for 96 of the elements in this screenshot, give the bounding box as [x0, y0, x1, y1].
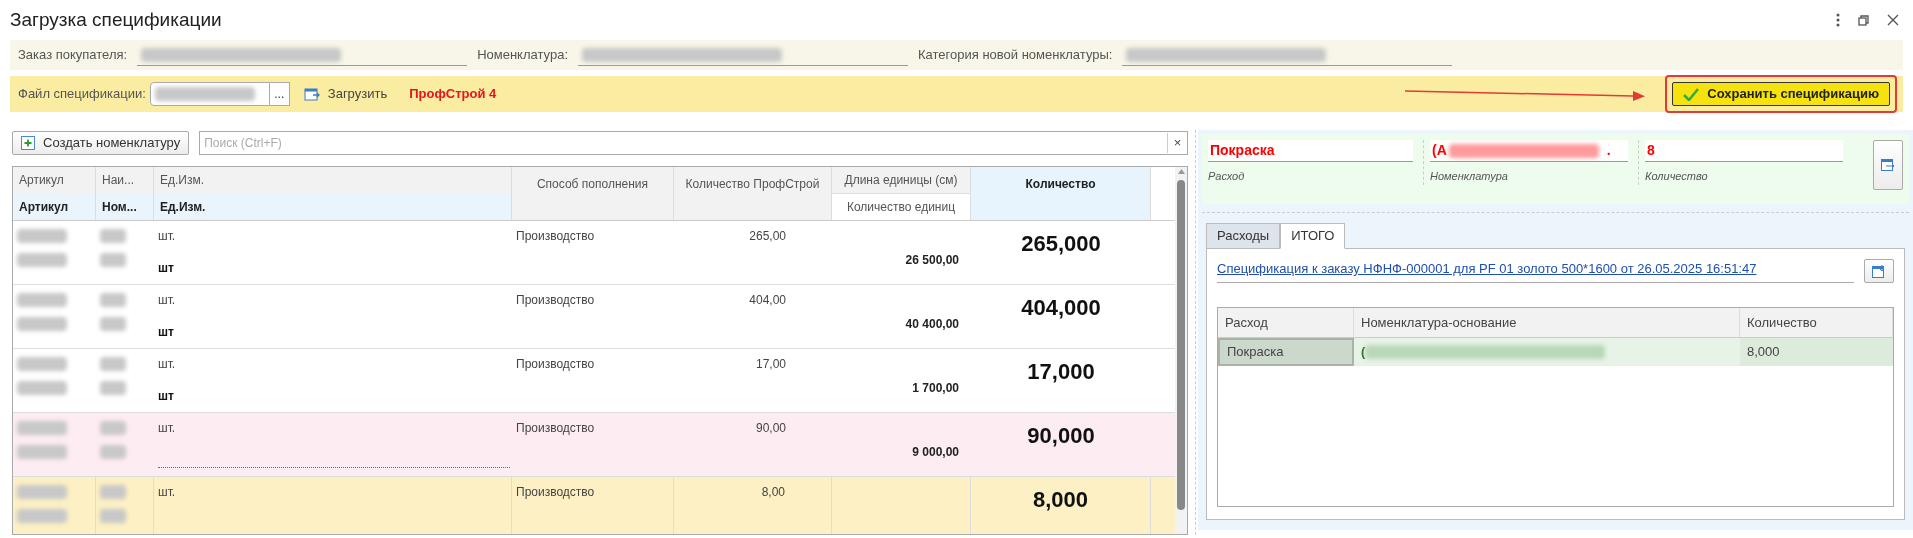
table-cell-text: шт.	[158, 228, 177, 245]
tab[interactable]: Расходы	[1206, 223, 1281, 249]
table-cell-text: шт	[158, 324, 175, 341]
table-cell-text: шт.	[158, 484, 177, 501]
field-label: Файл спецификации:	[18, 85, 146, 104]
blurred-text	[100, 445, 126, 459]
column-header[interactable]: Ед.Изм.	[154, 193, 511, 220]
column-header[interactable]: Количество единиц	[832, 193, 970, 220]
scrollbar[interactable]	[1175, 167, 1187, 534]
table-cell-text: 9 000,00	[912, 444, 959, 461]
blurred-text	[100, 253, 126, 267]
more-icon[interactable]	[1836, 13, 1840, 27]
blurred-text	[17, 421, 67, 435]
blurred-text	[17, 445, 67, 459]
table-cell-text: 90,000	[1027, 422, 1095, 450]
column-header[interactable]: Количество ПрофСтрой	[674, 167, 831, 220]
table-cell-text: шт	[158, 260, 175, 277]
table-cell-text: 17,000	[1027, 358, 1095, 386]
field-caption: Номенклатура	[1430, 169, 1509, 184]
table-cell-text: Производство	[516, 420, 596, 437]
table-cell-text: 404,000	[1021, 294, 1101, 322]
table-cell-text: шт.	[158, 420, 177, 437]
field-label: Категория новой номенклатуры:	[918, 46, 1113, 65]
blurred-text	[17, 317, 67, 331]
table-cell-text: 265,000	[1021, 230, 1101, 258]
column-header[interactable]: Ед.Изм.	[154, 167, 511, 194]
open-button[interactable]	[1864, 259, 1894, 283]
column-header[interactable]: Расход	[1218, 308, 1354, 337]
blurred-text	[100, 485, 126, 499]
tab[interactable]: ИТОГО	[1280, 223, 1346, 249]
table-row[interactable]: шт. Производство 90,00 9 000,00 90,000	[13, 413, 1175, 477]
table-cell-text: Производство	[516, 292, 596, 309]
blurred-text	[17, 253, 67, 267]
create-button[interactable]: Создать номенклатуру	[12, 131, 190, 155]
blurred-text	[17, 381, 67, 395]
table-cell-text: 40 400,00	[905, 316, 959, 333]
input-field[interactable]: Покраска	[1208, 140, 1413, 162]
table-cell-text: Производство	[516, 356, 596, 373]
input-field[interactable]: 8	[1645, 140, 1843, 162]
blurred-text	[17, 357, 67, 371]
table-cell-text: шт.	[158, 292, 177, 309]
column-header[interactable]: Артикул	[13, 193, 95, 220]
blurred-text	[100, 421, 126, 435]
load-button[interactable]: Загрузить	[303, 84, 388, 104]
field-label: Номенклатура:	[477, 46, 568, 65]
checkmark-icon	[1683, 87, 1700, 101]
column-header[interactable]: Количество	[971, 167, 1150, 220]
blurred-text	[100, 317, 126, 331]
table-cell-text: Производство	[516, 484, 596, 501]
table-cell-text: 1 700,00	[912, 380, 959, 397]
blurred-text	[17, 293, 67, 307]
transfer-button[interactable]	[1873, 140, 1903, 190]
table-cell-text: (	[1361, 343, 1366, 362]
search-field[interactable]: Поиск (Ctrl+F) ×	[199, 131, 1188, 155]
column-header[interactable]: Количество	[1740, 308, 1893, 337]
table-row[interactable]: Покраска ( 8,000	[1218, 338, 1893, 366]
table-cell-text: шт.	[158, 356, 177, 373]
blurred-text	[17, 229, 67, 243]
table-cell-text: шт	[158, 388, 175, 405]
column-header[interactable]: Ном...	[96, 193, 153, 220]
input-field[interactable]: (А .	[1430, 140, 1628, 162]
table-cell-text: 90,00	[755, 420, 786, 437]
table-cell-text: 8,000	[1032, 486, 1089, 514]
save-button[interactable]: Сохранить спецификацию	[1672, 82, 1890, 106]
column-header[interactable]: Способ пополнения	[512, 167, 673, 220]
blurred-text	[100, 293, 126, 307]
scroll-up-icon[interactable]	[1177, 169, 1185, 174]
table-cell: 8,000	[1740, 338, 1893, 366]
field-caption: Расход	[1208, 169, 1246, 184]
column-header[interactable]: Артикул	[13, 167, 95, 194]
blurred-text	[100, 509, 126, 523]
column-header[interactable]: Номенклатура-основание	[1354, 308, 1740, 337]
table-cell[interactable]: Покраска	[1218, 338, 1354, 366]
blurred-text	[100, 381, 126, 395]
format-label: ПрофСтрой 4	[409, 85, 497, 104]
field-label: Заказ покупателя:	[18, 46, 128, 65]
browse-button[interactable]: ...	[269, 82, 290, 106]
blurred-text	[17, 485, 67, 499]
spec-link[interactable]: Спецификация к заказу НФНФ-000001 для PF 01 золото 500*1600 от 26.05.2025 16:51:47	[1217, 259, 1854, 283]
blurred-text	[17, 509, 67, 523]
column-header[interactable]: Наи...	[96, 167, 153, 194]
table-cell-text: 404,00	[749, 292, 786, 309]
table-cell-text: 265,00	[749, 228, 786, 245]
file-field[interactable]	[149, 82, 270, 106]
restore-icon[interactable]	[1858, 14, 1869, 26]
table-cell-text: 17,00	[755, 356, 786, 373]
table-row[interactable]: шт. Производство 8,00 8,000	[13, 477, 1175, 534]
window-title: Загрузка спецификации	[10, 7, 222, 32]
table-cell-text: 26 500,00	[905, 252, 959, 269]
table-cell-text: Производство	[516, 228, 596, 245]
add-icon	[21, 136, 35, 150]
blurred-text	[100, 357, 126, 371]
field-caption: Количество	[1645, 169, 1709, 184]
close-icon[interactable]	[1887, 14, 1899, 26]
blurred-text	[100, 229, 126, 243]
table-cell-text: 8,00	[761, 484, 785, 501]
